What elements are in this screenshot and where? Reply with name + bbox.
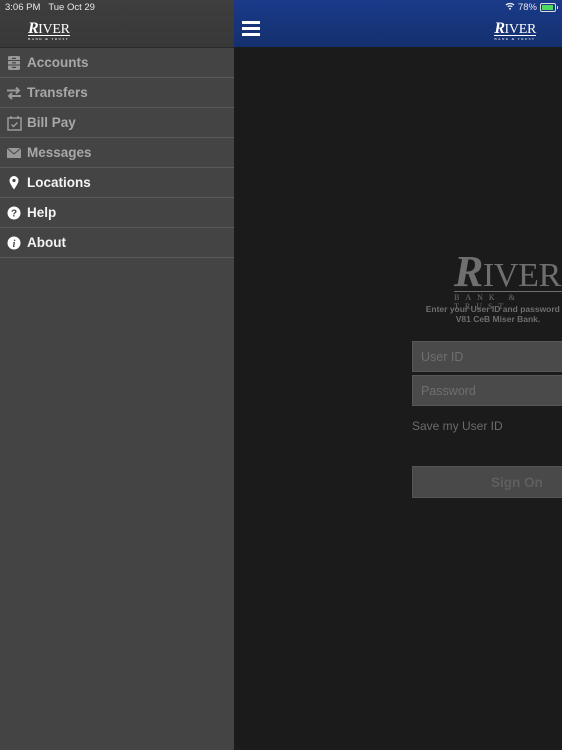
info-icon: i xyxy=(6,235,22,251)
password-input[interactable] xyxy=(412,375,562,406)
nav-bar: 78% RIVER BANK & TRUST xyxy=(234,0,562,47)
river-logo: RIVER BANK & TRUST xyxy=(28,20,70,41)
map-pin-icon xyxy=(6,175,22,191)
status-indicators: 78% xyxy=(505,2,558,13)
menu-item-bill-pay[interactable]: Bill Pay xyxy=(0,108,234,138)
hamburger-menu-icon[interactable] xyxy=(242,21,260,36)
sign-on-button[interactable]: Sign On xyxy=(412,466,562,498)
envelope-icon xyxy=(6,145,22,161)
battery-icon xyxy=(540,3,558,12)
battery-percent: 78% xyxy=(517,2,537,13)
transfers-icon xyxy=(6,85,22,101)
svg-text:?: ? xyxy=(11,208,17,219)
accounts-icon xyxy=(6,55,22,71)
calendar-icon xyxy=(6,115,22,131)
menu-item-help[interactable]: ? Help xyxy=(0,198,234,228)
login-instructions: Enter your User ID and password to V81 C… xyxy=(425,304,562,324)
login-river-logo: RIVER BANK & TRUST xyxy=(454,247,562,311)
menu-list: Accounts Transfers Bill Pay Messages Loc… xyxy=(0,48,234,258)
user-id-input[interactable] xyxy=(412,341,562,372)
side-menu: 3:06 PM Tue Oct 29 RIVER BANK & TRUST Ac… xyxy=(0,0,234,750)
menu-item-locations[interactable]: Locations xyxy=(0,168,234,198)
main-content: 78% RIVER BANK & TRUST RIVER BANK & TRUS… xyxy=(234,0,562,750)
menu-item-accounts[interactable]: Accounts xyxy=(0,48,234,78)
save-user-id-label[interactable]: Save my User ID xyxy=(412,419,503,433)
help-icon: ? xyxy=(6,205,22,221)
status-time: 3:06 PM Tue Oct 29 xyxy=(5,2,95,13)
menu-item-messages[interactable]: Messages xyxy=(0,138,234,168)
svg-text:i: i xyxy=(13,239,16,250)
menu-item-about[interactable]: i About xyxy=(0,228,234,258)
wifi-icon xyxy=(505,2,515,13)
menu-item-transfers[interactable]: Transfers xyxy=(0,78,234,108)
side-menu-header: 3:06 PM Tue Oct 29 RIVER BANK & TRUST xyxy=(0,0,234,48)
nav-river-logo: RIVER BANK & TRUST xyxy=(494,20,536,41)
